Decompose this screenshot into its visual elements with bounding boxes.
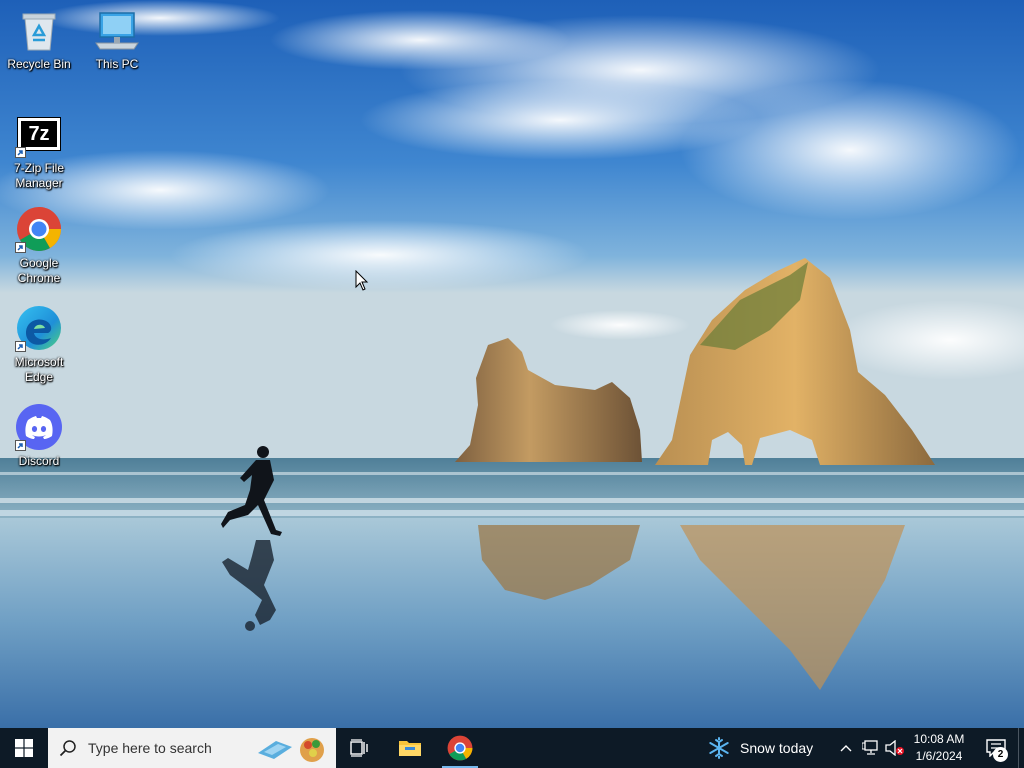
clock-time: 10:08 AM (913, 732, 965, 746)
edge-icon (15, 304, 63, 352)
discord-label: Discord (18, 454, 60, 468)
chevron-up-icon (840, 745, 852, 752)
taskbar-clock[interactable]: 10:08 AM 1/6/2024 (906, 728, 972, 768)
clock-date: 1/6/2024 (915, 749, 963, 763)
7zip-logo-text: 7z (21, 121, 57, 147)
shortcut-arrow-icon (15, 242, 26, 253)
search-placeholder: Type here to search (88, 740, 212, 756)
this-pc-label: This PC (95, 57, 139, 71)
discord-icon (15, 403, 63, 451)
desktop-wallpaper (0, 0, 1024, 728)
snowflake-icon (706, 735, 732, 761)
start-button[interactable] (0, 728, 48, 768)
mouse-pointer-icon (355, 270, 369, 291)
edge-label: Microsoft Edge (14, 355, 64, 384)
file-explorer-button[interactable] (386, 728, 434, 768)
volume-tray-button[interactable] (884, 728, 906, 768)
7zip-label: 7-Zip File Manager (13, 161, 64, 190)
desktop-icon-7zip[interactable]: 7z 7-Zip File Manager (1, 110, 77, 191)
recycle-bin-icon (15, 6, 63, 54)
volume-muted-icon (885, 740, 904, 756)
chrome-label: Google Chrome (17, 256, 61, 285)
chrome-taskbar-button[interactable] (436, 728, 484, 768)
taskbar-search-box[interactable]: Type here to search (48, 728, 336, 768)
action-center-button[interactable]: 2 (978, 728, 1014, 768)
shortcut-arrow-icon (15, 341, 26, 352)
notification-count-badge: 2 (993, 747, 1008, 762)
recycle-bin-label: Recycle Bin (7, 57, 71, 71)
network-icon (862, 740, 878, 755)
computer-icon (93, 6, 141, 54)
show-desktop-button[interactable] (1018, 728, 1024, 768)
taskbar: Type here to search Snow today 10:08 AM … (0, 728, 1024, 768)
shortcut-arrow-icon (15, 440, 26, 451)
desktop-icon-discord[interactable]: Discord (1, 403, 77, 469)
search-icon (48, 728, 88, 768)
weather-widget[interactable]: Snow today (706, 728, 813, 768)
7zip-icon: 7z (15, 110, 63, 158)
chrome-icon (447, 735, 473, 761)
shortcut-arrow-icon (15, 147, 26, 158)
desktop-icon-recycle-bin[interactable]: Recycle Bin (1, 6, 77, 72)
desktop-icon-edge[interactable]: Microsoft Edge (1, 304, 77, 385)
desktop-icon-chrome[interactable]: Google Chrome (1, 205, 77, 286)
network-tray-button[interactable] (860, 728, 882, 768)
windows-logo-icon (15, 739, 33, 757)
show-hidden-icons-button[interactable] (836, 728, 856, 768)
search-highlight-image[interactable] (256, 728, 336, 768)
chrome-icon (15, 205, 63, 253)
task-view-button[interactable] (336, 728, 384, 768)
file-explorer-icon (399, 741, 421, 756)
weather-text: Snow today (740, 740, 814, 756)
desktop-icon-this-pc[interactable]: This PC (79, 6, 155, 72)
task-view-icon (350, 739, 368, 757)
